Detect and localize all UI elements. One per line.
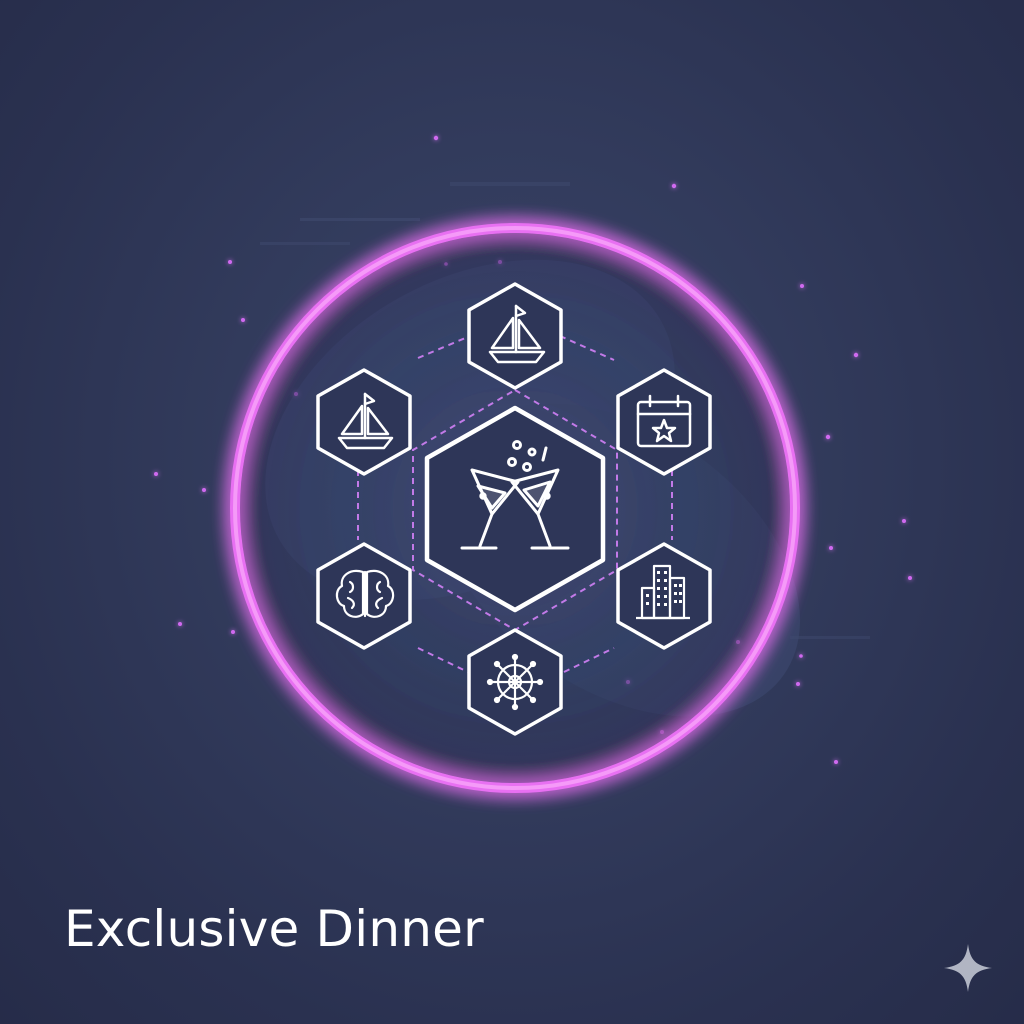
hero-illustration [154,135,912,793]
sparkle-icon [944,944,992,992]
page-title: Exclusive Dinner [64,900,484,958]
